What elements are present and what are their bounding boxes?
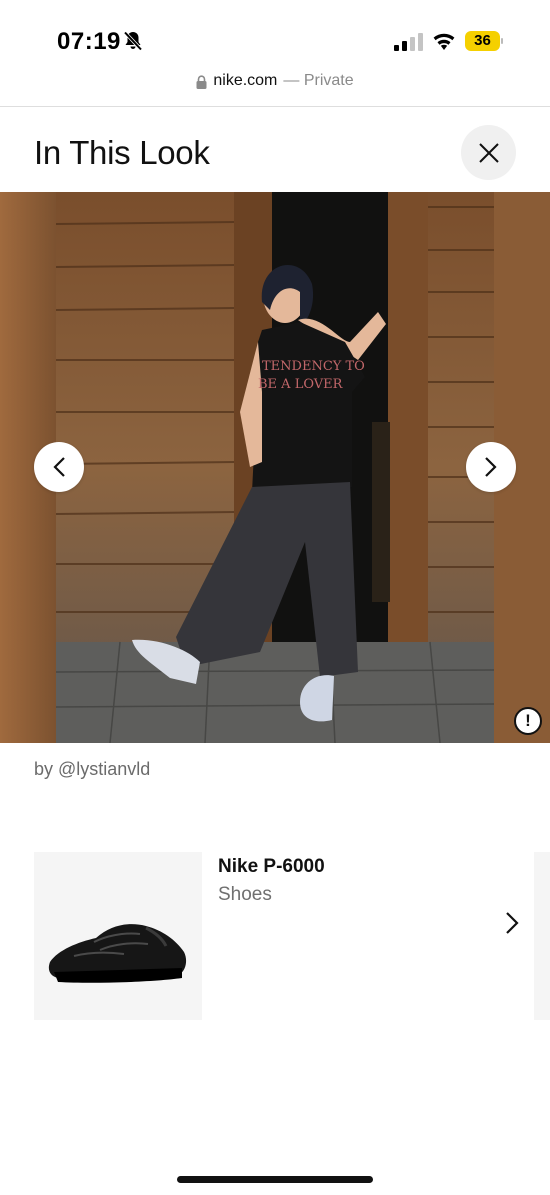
report-button[interactable]: ! — [514, 707, 542, 735]
url-bar[interactable]: nike.com — Private — [0, 72, 550, 100]
battery-icon: 36 — [465, 31, 503, 51]
close-button[interactable] — [461, 125, 516, 180]
shirt-print-line2: BE A LOVER — [258, 377, 344, 392]
bell-slash-icon — [123, 31, 143, 51]
look-photo[interactable]: TENDENCY TO BE A LOVER ! — [0, 192, 550, 743]
chevron-right-icon — [485, 457, 497, 477]
home-indicator[interactable] — [177, 1176, 373, 1183]
previous-image-button[interactable] — [34, 442, 84, 492]
product-name: Nike P-6000 — [218, 856, 325, 877]
product-card[interactable]: Nike P-6000 Shoes — [34, 852, 530, 1020]
chevron-right-icon — [506, 912, 519, 934]
product-image — [34, 852, 202, 1020]
next-image-button[interactable] — [466, 442, 516, 492]
status-time: 07:19 — [57, 28, 121, 55]
battery-level: 36 — [474, 32, 491, 49]
url-private-label: — Private — [283, 72, 354, 89]
chevron-left-icon — [53, 457, 65, 477]
lock-icon — [196, 75, 207, 89]
status-bar: 07:19 36 — [0, 0, 550, 70]
wifi-icon — [433, 33, 455, 50]
page-title: In This Look — [34, 134, 210, 171]
cellular-signal-icon — [394, 33, 423, 51]
close-icon — [478, 142, 499, 163]
divider — [0, 106, 550, 107]
product-category: Shoes — [218, 884, 272, 905]
black-sneaker-image — [48, 924, 187, 983]
photo-credit: by @lystianvld — [34, 759, 151, 779]
next-product-card-peek[interactable] — [534, 852, 550, 1020]
battery-nub — [501, 38, 503, 44]
url-domain: nike.com — [213, 72, 278, 89]
shirt-print-line1: TENDENCY TO — [262, 359, 365, 374]
